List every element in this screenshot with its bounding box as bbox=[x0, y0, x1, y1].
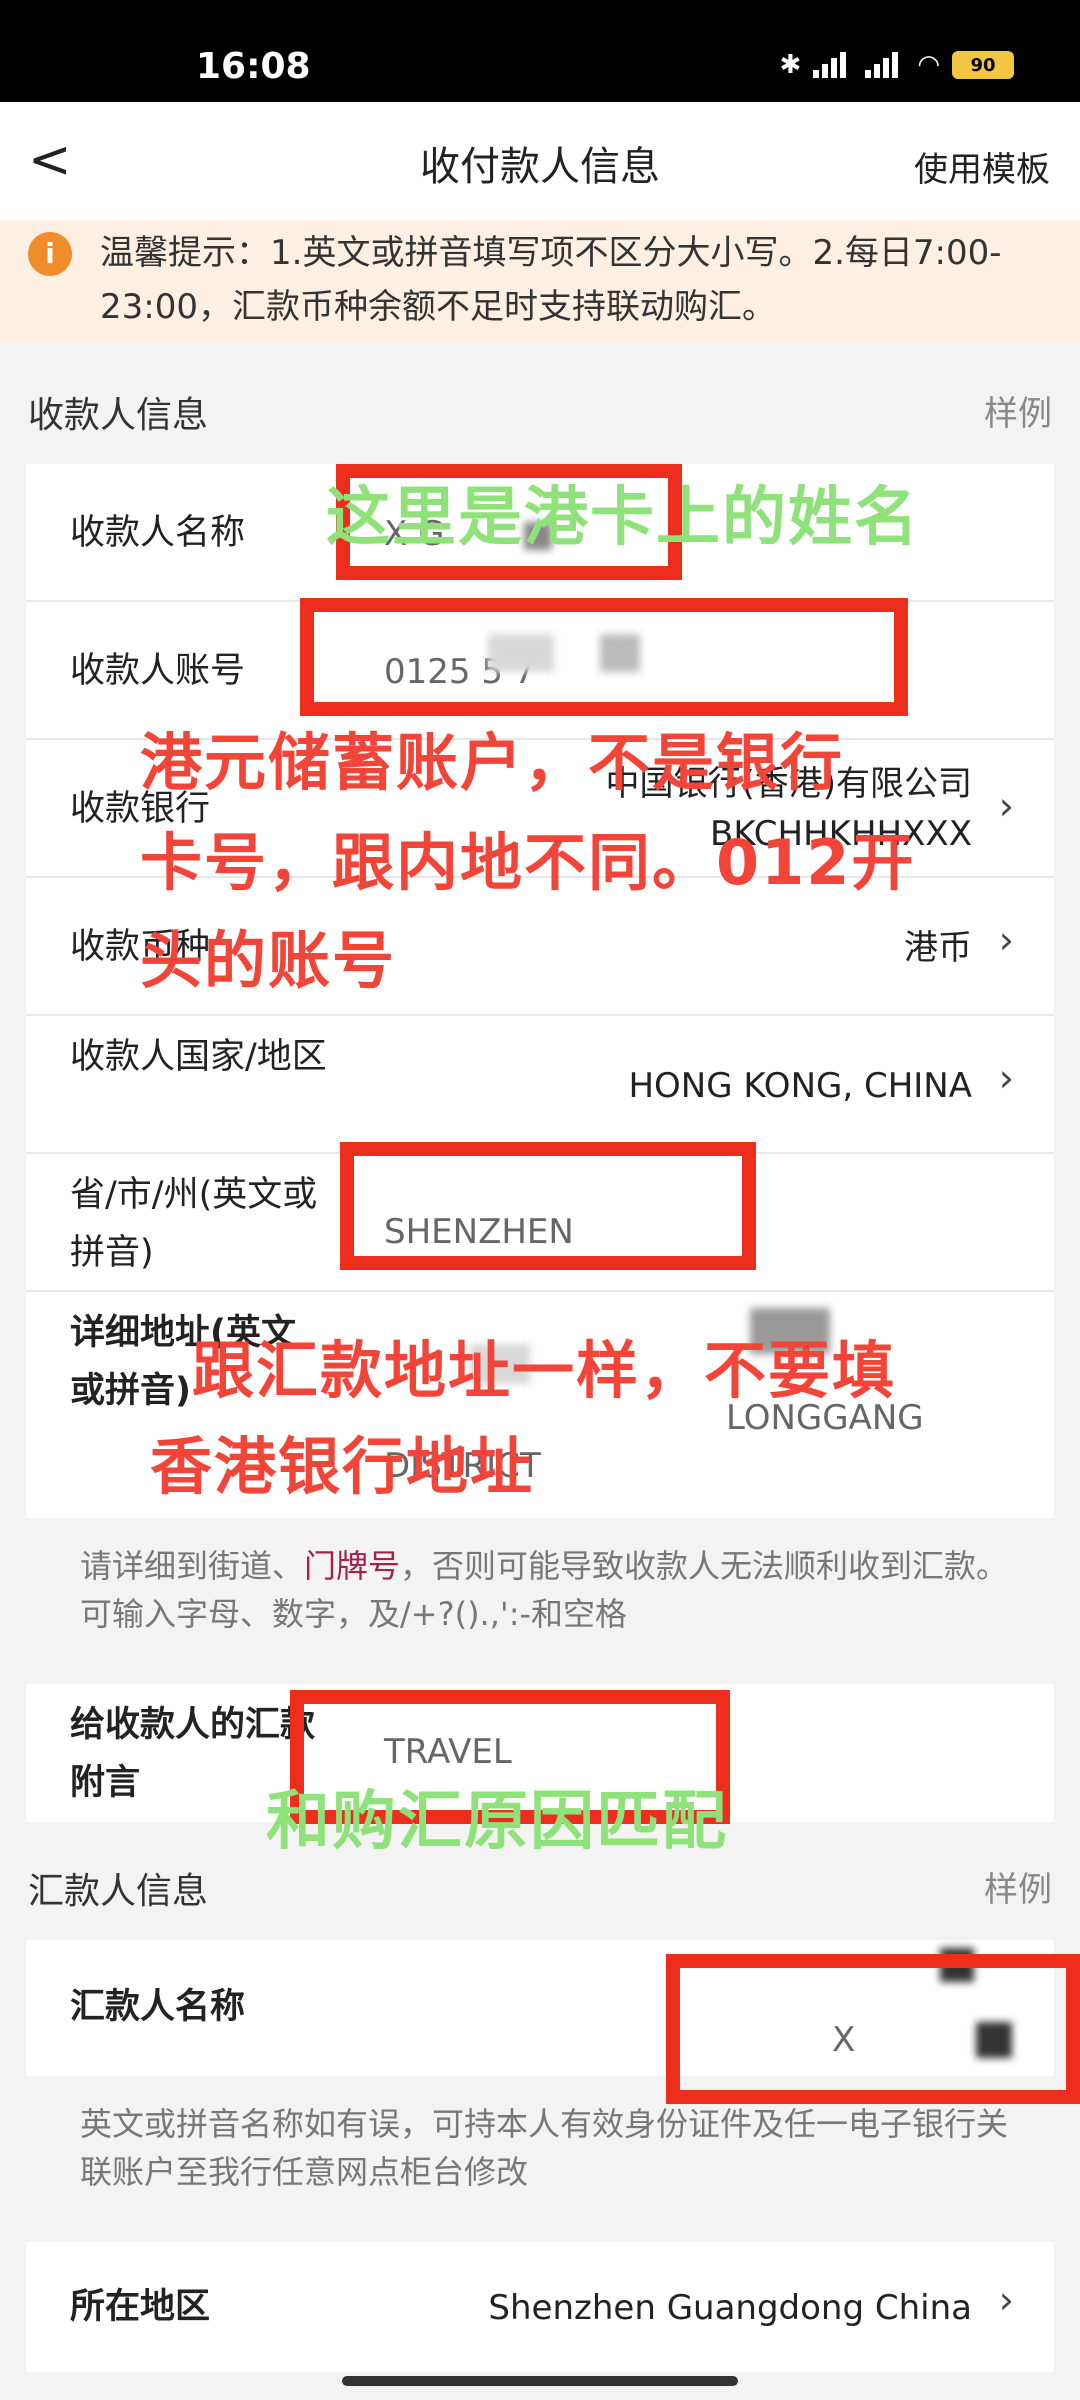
address-hint-text: 请详细到街道、 bbox=[80, 1547, 305, 1585]
annotation-name-note: 这里是港卡上的姓名 bbox=[326, 481, 920, 555]
annotation-box-account bbox=[300, 598, 908, 716]
payer-section-title: 汇款人信息 bbox=[28, 1871, 209, 1912]
payee-account-label: 收款人账号 bbox=[70, 651, 246, 691]
payer-name-label: 汇款人名称 bbox=[70, 1987, 246, 2027]
payee-sample-link[interactable]: 样例 bbox=[984, 386, 1052, 435]
payee-province-label: 省/市/州(英文或拼音) bbox=[70, 1175, 318, 1273]
annotation-account-note-2: 卡号，跟内地不同。012开 bbox=[140, 826, 916, 899]
status-icons: ✱ ◠ 90 bbox=[780, 50, 1014, 80]
status-time: 16:08 bbox=[196, 46, 311, 87]
status-bar: 16:08 ✱ ◠ 90 bbox=[0, 0, 1080, 102]
nav-bar: < 收付款人信息 使用模板 bbox=[0, 102, 1080, 220]
payee-country-label: 收款人国家/地区 bbox=[70, 1037, 327, 1077]
payee-country-value: HONG KONG, CHINA bbox=[628, 1066, 972, 1106]
annotation-address-note-2: 香港银行地址 bbox=[150, 1430, 535, 1503]
home-indicator[interactable] bbox=[342, 2376, 738, 2386]
address-hint-highlight: 门牌号 bbox=[304, 1547, 401, 1585]
wifi-icon: ◠ bbox=[917, 50, 940, 80]
payer-sample-link[interactable]: 样例 bbox=[984, 1862, 1052, 1911]
region-row[interactable]: 所在地区 Shenzhen Guangdong China › bbox=[26, 2242, 1054, 2372]
payee-country-row[interactable]: 收款人国家/地区 HONG KONG, CHINA › bbox=[26, 1016, 1054, 1154]
payer-name-hint: 英文或拼音名称如有误，可持本人有效身份证件及任一电子银行关联账户至我行任意网点柜… bbox=[80, 2105, 1009, 2191]
signal-icon-2 bbox=[865, 52, 905, 78]
notice-text: 温馨提示：1.英文或拼音填写项不区分大小写。2.每日7:00-23:00，汇款币… bbox=[100, 233, 1002, 327]
use-template-button[interactable]: 使用模板 bbox=[914, 142, 1050, 191]
annotation-account-note-1: 港元储蓄账户，不是银行 bbox=[140, 726, 845, 799]
address-hint: 请详细到街道、门牌号，否则可能导致收款人无法顺利收到汇款。可输入字母、数字，及/… bbox=[80, 1542, 1020, 1638]
chevron-right-icon: › bbox=[998, 1056, 1014, 1100]
region-value: Shenzhen Guangdong China bbox=[488, 2288, 972, 2328]
notice-banner: i 温馨提示：1.英文或拼音填写项不区分大小写。2.每日7:00-23:00，汇… bbox=[0, 220, 1080, 344]
region-card: 所在地区 Shenzhen Guangdong China › bbox=[26, 2242, 1054, 2372]
info-icon: i bbox=[28, 232, 72, 276]
payee-currency-value: 港币 bbox=[904, 928, 972, 968]
battery-icon: 90 bbox=[952, 51, 1014, 79]
chevron-right-icon: › bbox=[998, 784, 1014, 828]
payee-section-title: 收款人信息 bbox=[28, 395, 209, 436]
annotation-account-note-3: 头的账号 bbox=[140, 924, 397, 997]
annotation-address-note-1: 跟汇款地址一样，不要填 bbox=[192, 1334, 897, 1407]
signal-icon bbox=[813, 52, 853, 78]
chevron-right-icon: › bbox=[998, 2278, 1014, 2322]
annotation-box-payer bbox=[666, 1954, 1080, 2104]
chevron-right-icon: › bbox=[998, 918, 1014, 962]
annotation-box-province bbox=[340, 1142, 756, 1270]
bluetooth-icon: ✱ bbox=[779, 50, 802, 80]
region-label: 所在地区 bbox=[70, 2287, 211, 2327]
payee-name-label: 收款人名称 bbox=[70, 513, 246, 553]
annotation-remark-note: 和购汇原因匹配 bbox=[266, 1785, 728, 1859]
